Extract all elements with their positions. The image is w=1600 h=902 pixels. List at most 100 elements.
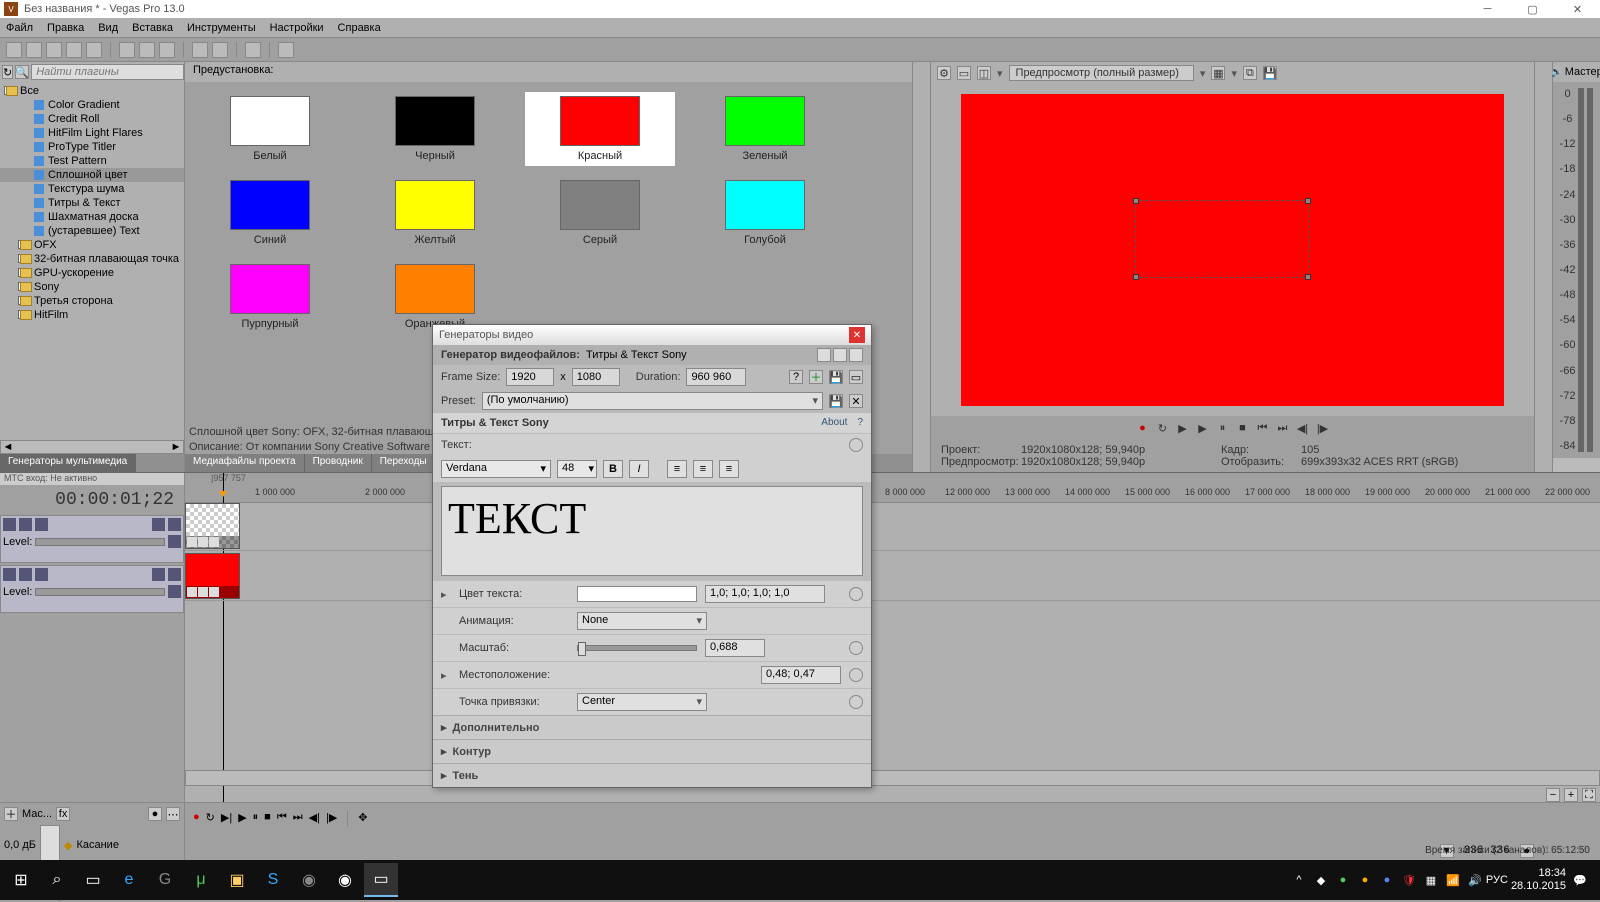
preset-swatch[interactable]: Пурпурный [195,260,345,334]
tree-folder[interactable]: +Третья сторона [0,294,184,308]
tray-clock[interactable]: 18:34 28.10.2015 [1511,867,1566,893]
track-auto-icon[interactable] [168,585,181,598]
tl-loop-icon[interactable]: ↻ [206,811,215,824]
close-button[interactable]: ✕ [1555,0,1600,18]
pause-icon[interactable]: ⏸ [1216,421,1230,435]
pv-copy-icon[interactable]: ⧉ [1243,66,1257,80]
preset-swatch[interactable]: Черный [360,92,510,166]
prev-frame-icon[interactable]: ◀| [1296,421,1310,435]
keyframe-icon[interactable] [849,438,863,452]
plugin-tree[interactable]: −Все Color Gradient Credit Roll HitFilm … [0,82,184,440]
master-hscroll[interactable] [1553,458,1600,472]
maximize-button[interactable]: ▢ [1510,0,1555,18]
dlg-view1-icon[interactable] [817,348,831,362]
dialog-close-button[interactable]: ✕ [849,327,865,343]
go-end-icon[interactable]: ⏭ [1276,421,1290,435]
steam-icon[interactable]: ◉ [292,863,326,897]
preset-select[interactable]: (По умолчанию) [482,392,823,410]
handle-tl[interactable] [1133,198,1139,204]
preset-delete-icon[interactable]: ✕ [849,394,863,408]
minimize-button[interactable]: ─ [1465,0,1510,18]
tl-play-icon[interactable]: ▶ [238,811,246,824]
handle-tr[interactable] [1305,198,1311,204]
tree-folder[interactable]: +HitFilm [0,308,184,322]
align-right-button[interactable]: ≡ [719,460,739,478]
search-icon[interactable]: 🔍 [15,65,29,79]
scale-slider[interactable] [577,645,697,651]
track-header-2[interactable]: Level: [0,565,184,613]
expand-icon[interactable]: ▸ [441,669,451,682]
search-taskbar-icon[interactable]: ⌕ [40,863,74,897]
preset-swatch[interactable]: Оранжевый [360,260,510,334]
tl-fit-icon[interactable]: ⛶ [1582,788,1596,802]
handle-br[interactable] [1305,274,1311,280]
tray-notifications-icon[interactable]: 💬 [1572,872,1588,888]
next-frame-icon[interactable]: |▶ [1316,421,1330,435]
mixer-auto-icon[interactable]: ● [148,807,162,821]
undo-icon[interactable] [192,42,208,58]
tree-item[interactable]: Credit Roll [0,112,184,126]
tree-folder[interactable]: +32-битная плавающая точка [0,252,184,266]
explorer-icon[interactable]: ▣ [220,863,254,897]
tree-item[interactable]: Шахматная доска [0,210,184,224]
tl-zoom-in-icon[interactable]: + [1564,788,1578,802]
preset-save-icon[interactable]: 💾 [829,394,843,408]
keyframe-icon[interactable] [849,587,863,601]
record-icon[interactable]: ● [1136,421,1150,435]
mixer-touch-label[interactable]: Касание [76,839,118,851]
redo-icon[interactable] [212,42,228,58]
utorrent-icon[interactable]: μ [184,863,218,897]
snap-icon[interactable] [245,42,261,58]
track-lane-2[interactable] [185,553,1600,601]
tree-folder[interactable]: +OFX [0,238,184,252]
timeline-hscroll[interactable] [185,770,1600,786]
menu-options[interactable]: Настройки [270,22,324,34]
pv-ext-icon[interactable]: ▭ [957,66,971,80]
dlg-save-icon[interactable]: 💾 [829,370,843,384]
stop-icon[interactable]: ■ [1236,421,1250,435]
tl-prev-icon[interactable]: ◀| [309,811,320,824]
dlg-ext-icon[interactable]: ▭ [849,370,863,384]
plugin-search-input[interactable] [31,64,184,80]
tree-root[interactable]: −Все [0,84,184,98]
new-icon[interactable] [6,42,22,58]
dlg-add-icon[interactable]: ＋ [809,370,823,384]
tray-app3-icon[interactable]: ● [1357,872,1373,888]
open-icon[interactable] [26,42,42,58]
track-auto-icon[interactable] [168,535,181,548]
menu-view[interactable]: Вид [98,22,118,34]
paste-icon[interactable] [159,42,175,58]
expand-outline[interactable]: ▸Контур [433,739,871,763]
preview-side-toolbar-right[interactable] [1534,62,1552,472]
start-button[interactable]: ⊞ [4,863,38,897]
tl-end-icon[interactable]: ⏭ [293,811,303,824]
mixer-tab-label[interactable]: Мас... [22,808,52,820]
tree-item[interactable]: Текстура шума [0,182,184,196]
menu-file[interactable]: Файл [6,22,33,34]
tray-lang[interactable]: РУС [1489,872,1505,888]
tl-stop-icon[interactable]: ■ [264,811,271,823]
save-icon[interactable] [46,42,62,58]
preview-side-toolbar[interactable] [913,62,931,472]
italic-button[interactable]: I [629,460,649,478]
bold-button[interactable]: B [603,460,623,478]
align-left-button[interactable]: ≡ [667,460,687,478]
vegas-taskbar-icon[interactable]: ▭ [364,863,398,897]
expand-shadow[interactable]: ▸Тень [433,763,871,787]
font-select[interactable]: Verdana [441,460,551,478]
tab-project-media[interactable]: Медиафайлы проекта [185,454,305,472]
tray-shield-icon[interactable]: 🛡 [1401,872,1417,888]
tree-item[interactable]: ProType Titler [0,140,184,154]
app1-icon[interactable]: G [148,863,182,897]
tray-network-icon[interactable]: 📶 [1445,872,1461,888]
track-mute-icon[interactable] [152,568,165,581]
dlg-view3-icon[interactable] [849,348,863,362]
preset-swatch[interactable]: Синий [195,176,345,250]
tray-app2-icon[interactable]: ● [1335,872,1351,888]
expand-additional[interactable]: ▸Дополнительно [433,715,871,739]
props-icon[interactable] [86,42,102,58]
tree-item[interactable]: Color Gradient [0,98,184,112]
track-lane-1[interactable] [185,503,1600,551]
chrome-icon[interactable]: ◉ [328,863,362,897]
cut-icon[interactable] [119,42,135,58]
